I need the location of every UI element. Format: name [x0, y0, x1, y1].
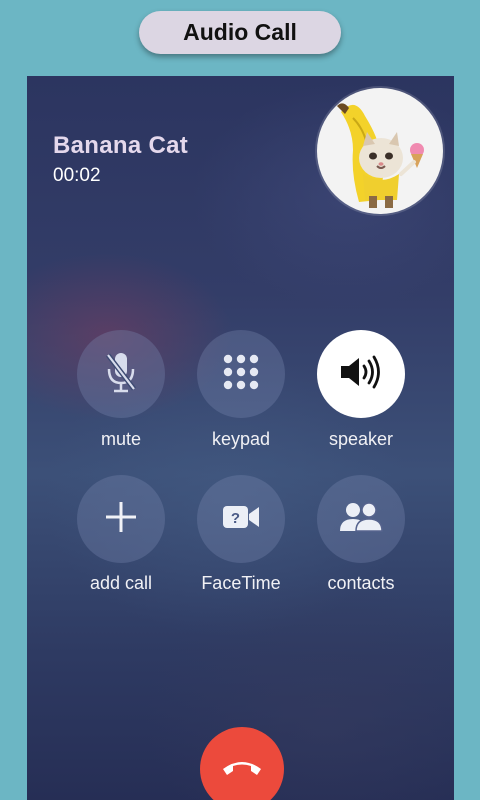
add-call-button[interactable] — [77, 475, 165, 563]
facetime-label: FaceTime — [201, 573, 281, 593]
call-screen: Banana Cat 00:02 mute keypad speaker add… — [27, 76, 454, 800]
end-call-button[interactable] — [200, 727, 284, 800]
caller-name: Banana Cat — [53, 132, 189, 159]
mute-label: mute — [100, 429, 142, 449]
add-call-label: add call — [89, 573, 153, 593]
caller-avatar — [317, 88, 443, 214]
mic-off-icon — [104, 351, 138, 398]
keypad-icon — [222, 353, 260, 396]
phone-hangup-icon — [221, 757, 263, 782]
speaker-icon — [339, 355, 383, 394]
speaker-button[interactable] — [317, 330, 405, 418]
mute-button[interactable] — [77, 330, 165, 418]
keypad-button[interactable] — [197, 330, 285, 418]
facetime-button[interactable]: ? — [197, 475, 285, 563]
page-title: Audio Call — [139, 11, 341, 54]
plus-icon — [104, 500, 138, 539]
call-timer: 00:02 — [53, 165, 101, 186]
contacts-icon — [338, 501, 384, 538]
svg-text:?: ? — [231, 510, 240, 527]
video-camera-icon: ? — [222, 504, 260, 535]
speaker-label: speaker — [328, 429, 394, 449]
contacts-button[interactable] — [317, 475, 405, 563]
keypad-label: keypad — [211, 429, 271, 449]
contacts-label: contacts — [327, 573, 395, 593]
